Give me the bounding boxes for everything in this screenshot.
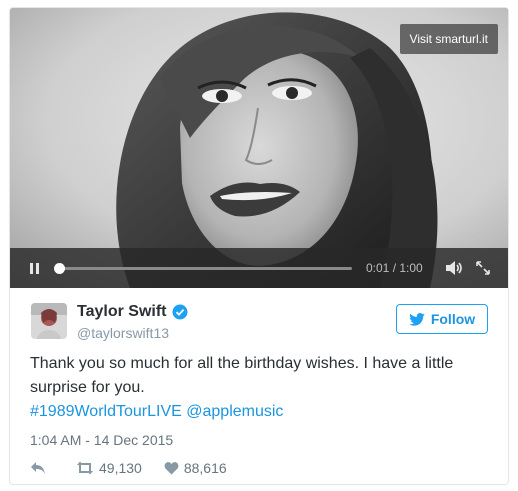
video-player[interactable]: Visit smarturl.it 0:01 / 1:00 xyxy=(10,8,508,288)
tweet-text: Thank you so much for all the birthday w… xyxy=(30,355,454,396)
avatar-image xyxy=(31,303,67,339)
follow-button[interactable]: Follow xyxy=(396,304,488,334)
tweet-body: Taylor Swift @taylorswift13 Follow Thank… xyxy=(10,288,508,484)
retweet-count: 49,130 xyxy=(99,460,142,476)
hashtag-link[interactable]: #1989WorldTourLIVE xyxy=(30,403,182,420)
user-handle[interactable]: @taylorswift13 xyxy=(77,325,169,341)
volume-icon xyxy=(445,261,462,275)
heart-icon xyxy=(164,462,179,475)
follow-label: Follow xyxy=(430,311,476,327)
volume-button[interactable] xyxy=(445,260,463,276)
tweet-card: Visit smarturl.it 0:01 / 1:00 Taylor Swi… xyxy=(9,7,509,485)
twitter-bird-icon xyxy=(409,312,425,326)
reply-button[interactable] xyxy=(30,461,46,475)
avatar[interactable] xyxy=(31,303,67,339)
like-count: 88,616 xyxy=(183,460,227,476)
fullscreen-icon xyxy=(475,261,490,275)
tweet-actions: 49,130 88,616 xyxy=(30,460,227,476)
time-display: 0:01 / 1:00 xyxy=(366,261,423,275)
retweet-icon xyxy=(77,461,93,475)
visit-link-button[interactable]: Visit smarturl.it xyxy=(399,24,498,54)
pause-button[interactable] xyxy=(24,258,44,278)
reply-icon xyxy=(31,462,45,474)
like-button[interactable]: 88,616 xyxy=(164,460,227,476)
progress-handle[interactable] xyxy=(53,262,65,274)
verified-icon xyxy=(172,304,187,320)
pause-icon xyxy=(29,262,39,274)
display-name[interactable]: Taylor Swift xyxy=(77,303,188,321)
tweet-timestamp[interactable]: 1:04 AM - 14 Dec 2015 xyxy=(30,432,173,448)
progress-track[interactable] xyxy=(53,262,352,274)
display-name-text: Taylor Swift xyxy=(77,303,167,320)
mention-link[interactable]: @applemusic xyxy=(186,403,283,420)
tweet-tags: #1989WorldTourLIVE @applemusic xyxy=(30,400,283,424)
fullscreen-button[interactable] xyxy=(475,260,491,276)
retweet-button[interactable]: 49,130 xyxy=(76,460,142,476)
video-controls: 0:01 / 1:00 xyxy=(10,248,508,288)
